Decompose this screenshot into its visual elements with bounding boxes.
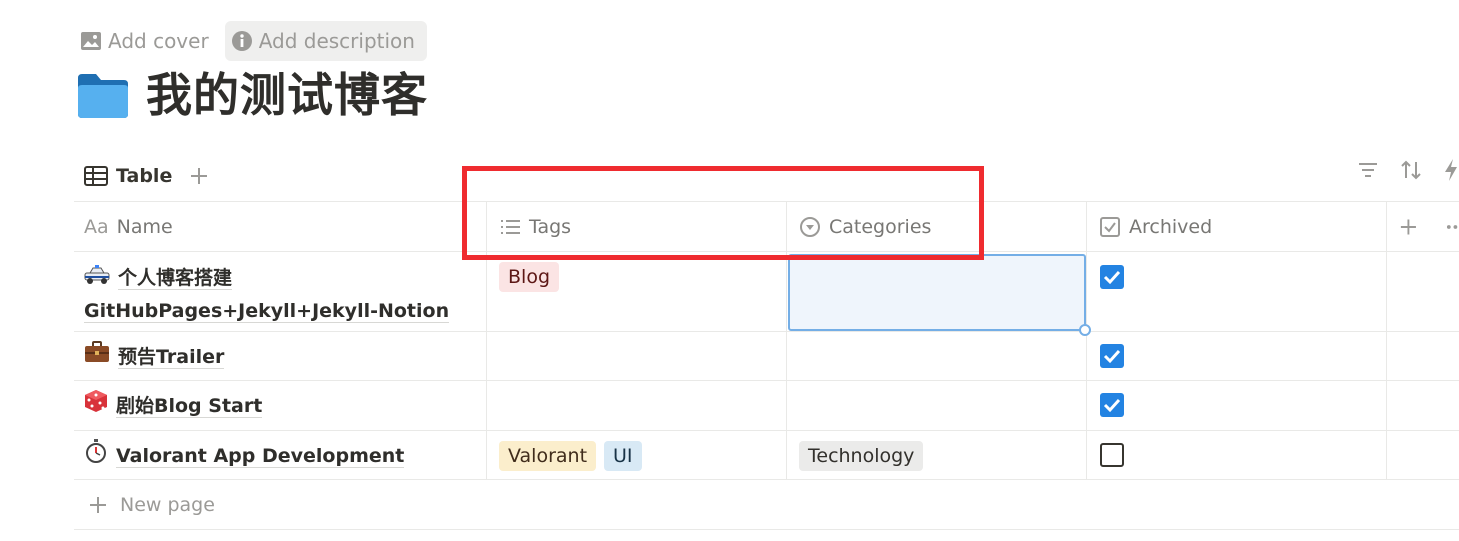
categories-cell[interactable]: Technology xyxy=(787,431,1087,479)
tag-chip: UI xyxy=(604,441,642,471)
selected-cell[interactable] xyxy=(788,254,1091,336)
row-tail xyxy=(1387,431,1459,479)
new-page-button[interactable]: New page xyxy=(74,480,1459,530)
table-row[interactable]: 剧始Blog Start xyxy=(74,381,1459,431)
filter-icon[interactable] xyxy=(1357,160,1379,180)
add-description-button[interactable]: Add description xyxy=(224,21,427,61)
column-header-name[interactable]: Aa Name xyxy=(74,202,487,251)
row-tail xyxy=(1387,252,1459,331)
check-icon xyxy=(1103,398,1121,413)
plus-icon xyxy=(191,168,208,184)
page-controls: Add cover Add description xyxy=(74,20,427,62)
header-tail xyxy=(1387,202,1459,251)
name-cell[interactable]: 个人博客搭建 GitHubPages+Jekyll+Jekyll-Notion xyxy=(74,252,487,331)
page-header: 我的测试博客 xyxy=(76,70,428,120)
tag-chip: Blog xyxy=(499,262,559,292)
check-icon xyxy=(1103,349,1121,364)
stopwatch-icon xyxy=(84,439,108,473)
page-name-continued[interactable]: GitHubPages+Jekyll+Jekyll-Notion xyxy=(84,299,450,323)
tags-cell[interactable] xyxy=(487,381,787,430)
page-name[interactable]: 剧始Blog Start xyxy=(116,394,263,418)
column-name-label: Name xyxy=(116,215,173,238)
plus-icon xyxy=(90,496,106,513)
police-car-icon xyxy=(84,263,110,295)
column-archived-label: Archived xyxy=(1129,215,1213,238)
page-name[interactable]: Valorant App Development xyxy=(116,444,405,468)
archived-cell[interactable] xyxy=(1087,431,1387,479)
tab-table[interactable]: Table xyxy=(74,156,182,196)
table-row[interactable]: 预告Trailer xyxy=(74,332,1459,381)
folder-icon[interactable] xyxy=(76,70,130,120)
categories-cell[interactable] xyxy=(787,332,1087,380)
add-cover-button[interactable]: Add cover xyxy=(74,21,221,61)
column-header-archived[interactable]: Archived xyxy=(1087,202,1387,251)
tags-cell[interactable]: Valorant UI xyxy=(487,431,787,479)
tab-table-label: Table xyxy=(116,165,173,187)
checkbox-type-icon xyxy=(1100,216,1120,237)
page-name[interactable]: 预告Trailer xyxy=(118,345,225,369)
table-row[interactable]: 个人博客搭建 GitHubPages+Jekyll+Jekyll-Notion … xyxy=(74,252,1459,332)
add-property-icon[interactable] xyxy=(1399,217,1418,237)
archived-checkbox[interactable] xyxy=(1100,265,1124,289)
more-icon[interactable] xyxy=(1446,224,1459,230)
fill-handle[interactable] xyxy=(1079,324,1091,336)
page-title[interactable]: 我的测试博客 xyxy=(146,72,428,118)
name-cell[interactable]: 预告Trailer xyxy=(74,332,487,380)
archived-cell[interactable] xyxy=(1087,381,1387,430)
archived-checkbox[interactable] xyxy=(1100,443,1124,467)
dice-icon xyxy=(84,389,108,423)
text-type-icon: Aa xyxy=(84,215,109,238)
check-icon xyxy=(1103,270,1121,285)
name-cell[interactable]: 剧始Blog Start xyxy=(74,381,487,430)
archived-checkbox[interactable] xyxy=(1100,393,1124,417)
sort-icon[interactable] xyxy=(1399,159,1423,181)
briefcase-icon xyxy=(84,340,110,374)
archived-checkbox[interactable] xyxy=(1100,344,1124,368)
table-row[interactable]: Valorant App Development Valorant UI Tech… xyxy=(74,431,1459,480)
add-view-button[interactable] xyxy=(184,161,214,191)
tags-cell[interactable]: Blog xyxy=(487,252,787,331)
row-tail xyxy=(1387,381,1459,430)
tags-cell[interactable] xyxy=(487,332,787,380)
info-icon xyxy=(231,31,252,51)
view-actions xyxy=(1357,158,1459,182)
new-page-label: New page xyxy=(120,493,215,516)
add-cover-label: Add cover xyxy=(108,29,209,53)
row-tail xyxy=(1387,332,1459,380)
image-icon xyxy=(81,32,101,50)
archived-cell[interactable] xyxy=(1087,252,1387,331)
table-icon xyxy=(84,166,108,186)
highlight-annotation xyxy=(462,166,984,260)
lightning-icon[interactable] xyxy=(1443,158,1459,182)
archived-cell[interactable] xyxy=(1087,332,1387,380)
tag-chip: Valorant xyxy=(499,441,597,471)
categories-cell[interactable] xyxy=(787,381,1087,430)
add-description-label: Add description xyxy=(258,29,415,53)
name-cell[interactable]: Valorant App Development xyxy=(74,431,487,479)
category-chip: Technology xyxy=(799,441,924,471)
page-name[interactable]: 个人博客搭建 xyxy=(118,267,233,290)
